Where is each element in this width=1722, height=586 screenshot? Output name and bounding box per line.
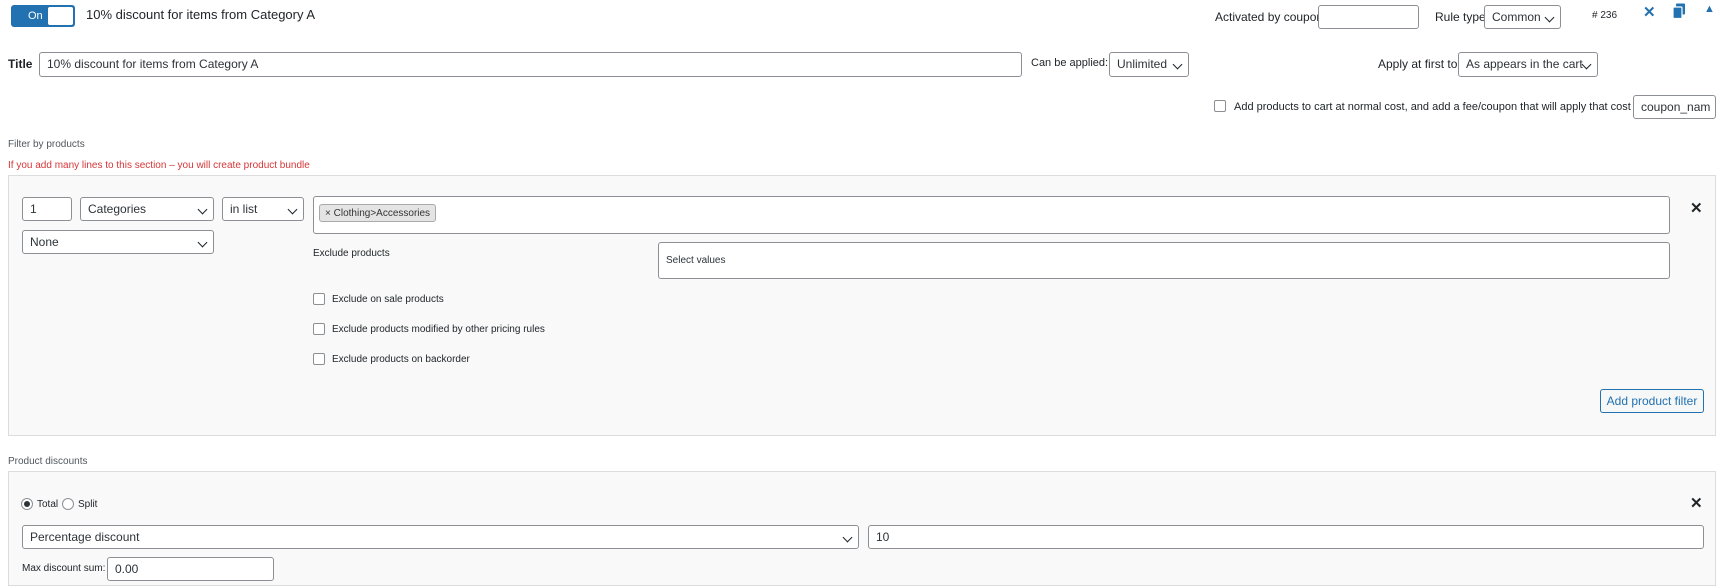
rule-enabled-toggle[interactable]: On — [11, 5, 75, 27]
discount-type-select[interactable]: Percentage discount — [22, 525, 859, 549]
add-products-checkbox[interactable] — [1214, 100, 1226, 112]
radio-total[interactable] — [21, 498, 33, 510]
tag-label: Clothing>Accessories — [333, 208, 431, 219]
copy-icon[interactable] — [1672, 3, 1686, 20]
filter-method-value: in list — [230, 202, 258, 216]
discount-type-value: Percentage discount — [30, 530, 140, 544]
apply-first-select[interactable]: As appears in the cart — [1458, 52, 1598, 77]
filter-section-heading: Filter by products — [8, 139, 85, 150]
chevron-down-icon — [287, 204, 298, 215]
chevron-down-icon — [842, 532, 853, 543]
bundle-warning: If you add many lines to this section – … — [8, 160, 310, 171]
chevron-down-icon — [197, 237, 208, 248]
rule-type-value: Common — [1492, 10, 1541, 24]
can-be-applied-label: Can be applied: — [1031, 57, 1109, 69]
tag-remove-icon[interactable]: × — [325, 208, 331, 219]
filter-values-input[interactable]: × Clothing>Accessories — [313, 196, 1670, 234]
filter-qty-input[interactable]: 1 — [22, 197, 72, 221]
exclude-products-input[interactable]: Select values — [658, 242, 1670, 279]
filter-method-select[interactable]: in list — [222, 197, 304, 221]
close-icon[interactable]: ✕ — [1643, 3, 1656, 21]
title-label: Title — [8, 57, 33, 71]
max-discount-label: Max discount sum: — [22, 563, 106, 574]
rule-name: 10% discount for items from Category A — [86, 7, 316, 22]
toggle-label: On — [28, 10, 43, 22]
collapse-icon[interactable]: ▲ — [1704, 3, 1715, 15]
remove-discount-icon[interactable]: ✕ — [1690, 496, 1703, 511]
selected-tag: × Clothing>Accessories — [319, 204, 437, 222]
chevron-down-icon — [1544, 12, 1555, 23]
rule-id: # 236 — [1592, 10, 1618, 21]
exclude-modified-label: Exclude products modified by other prici… — [332, 324, 545, 335]
add-product-filter-button[interactable]: Add product filter — [1600, 389, 1704, 413]
radio-split-label: Split — [78, 499, 98, 510]
exclude-sale-checkbox[interactable] — [313, 293, 325, 305]
discount-amount-input[interactable]: 10 — [868, 525, 1704, 549]
filter-attribute-value: None — [30, 235, 59, 249]
exclude-backorder-label: Exclude products on backorder — [332, 354, 470, 365]
rule-type-label: Rule type — [1435, 10, 1486, 24]
exclude-sale-label: Exclude on sale products — [332, 294, 444, 305]
toggle-knob[interactable] — [48, 7, 73, 25]
radio-split[interactable] — [62, 498, 74, 510]
rule-type-select[interactable]: Common — [1484, 5, 1561, 29]
exclude-backorder-checkbox[interactable] — [313, 353, 325, 365]
filter-type-value: Categories — [88, 202, 147, 216]
chevron-down-icon — [1172, 59, 1183, 70]
title-input[interactable]: 10% discount for items from Category A — [39, 52, 1022, 77]
activated-by-coupon-input[interactable] — [1318, 5, 1419, 29]
max-discount-input[interactable]: 0.00 — [107, 557, 274, 581]
chevron-down-icon — [1581, 59, 1592, 70]
apply-first-label: Apply at first to: — [1378, 57, 1461, 71]
filter-attribute-select[interactable]: None — [22, 230, 214, 254]
discount-section-heading: Product discounts — [8, 456, 88, 467]
add-products-label: Add products to cart at normal cost, and… — [1234, 101, 1631, 113]
exclude-modified-checkbox[interactable] — [313, 323, 325, 335]
radio-total-label: Total — [37, 499, 59, 510]
chevron-down-icon — [197, 204, 208, 215]
can-be-applied-value: Unlimited — [1117, 57, 1168, 71]
activated-by-coupon-label: Activated by coupon — [1215, 10, 1324, 24]
remove-filter-icon[interactable]: ✕ — [1690, 201, 1703, 216]
coupon-name-input[interactable]: coupon_nam — [1633, 95, 1716, 119]
can-be-applied-select[interactable]: Unlimited — [1109, 52, 1189, 77]
filter-type-select[interactable]: Categories — [80, 197, 214, 221]
apply-first-value: As appears in the cart — [1466, 57, 1583, 71]
exclude-products-label: Exclude products — [313, 248, 390, 259]
